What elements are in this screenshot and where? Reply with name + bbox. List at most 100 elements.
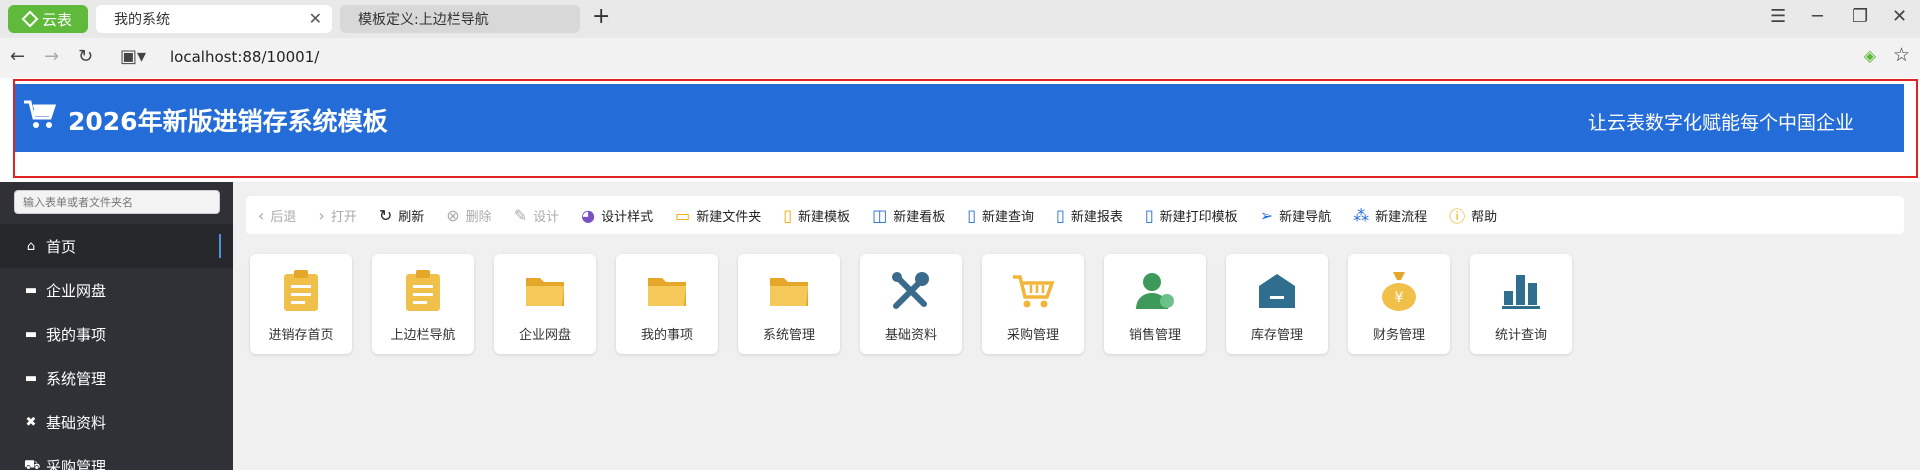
home-icon: ⌂: [26, 238, 36, 254]
app-badge[interactable]: 云表: [8, 5, 88, 33]
app-card-basic-data[interactable]: 基础资料: [860, 254, 962, 354]
app-card-my-tasks[interactable]: 我的事项: [616, 254, 718, 354]
navigation-icon: ➢: [1259, 205, 1274, 225]
new-print-template-button[interactable]: ▯ 新建打印模板: [1145, 206, 1238, 225]
clipboard-icon: [404, 268, 442, 314]
user-icon: [1134, 268, 1176, 314]
new-query-button[interactable]: ▯ 新建查询: [967, 206, 1034, 225]
folder-plus-icon: ▭: [675, 205, 691, 225]
sidebar-menu: ⌂ 首页 ▬ 企业网盘 ▬ 我的事项 ▬ 系统管理 ✖ 基础资料 ⛟ 采购管理: [0, 224, 233, 470]
close-icon[interactable]: ✕: [309, 9, 322, 28]
window-close-icon[interactable]: ✕: [1892, 6, 1907, 27]
new-flow-button[interactable]: ⁂ 新建流程: [1353, 206, 1427, 225]
sidebar-item-home[interactable]: ⌂ 首页: [0, 224, 233, 268]
back-arrow-icon[interactable]: ←: [10, 46, 25, 67]
banner-slogan: 让云表数字化赋能每个中国企业: [1587, 112, 1854, 134]
restore-icon[interactable]: ❐: [1852, 6, 1868, 27]
app-card-label: 系统管理: [762, 328, 815, 343]
sidebar-item-enterprise-disk[interactable]: ▬ 企业网盘: [0, 268, 233, 312]
warehouse-icon: [1257, 268, 1297, 314]
open-button[interactable]: › 打开: [318, 206, 356, 225]
sidebar-item-purchase-management[interactable]: ⛟ 采购管理: [0, 444, 233, 470]
app-badge-label: 云表: [41, 10, 72, 29]
back-button[interactable]: ‹ 后退: [258, 206, 296, 225]
bar-chart-icon: [1500, 268, 1542, 314]
refresh-label: 刷新: [398, 209, 425, 225]
folder-icon: [646, 268, 688, 314]
report-icon: ▯: [1056, 205, 1065, 225]
print-template-icon: ▯: [1144, 205, 1154, 225]
cart-icon: [22, 96, 58, 132]
tab-label: 模板定义:上边栏导航: [358, 12, 489, 28]
minimize-icon[interactable]: ─: [1812, 6, 1823, 27]
bookmark-star-icon[interactable]: ☆: [1893, 44, 1910, 66]
new-flow-label: 新建流程: [1375, 209, 1428, 225]
help-label: 帮助: [1471, 209, 1498, 225]
app-card-finance-management[interactable]: ¥ 财务管理: [1348, 254, 1450, 354]
query-icon: ▯: [967, 205, 977, 225]
svg-text:¥: ¥: [1395, 290, 1404, 306]
sidebar-item-label: 基础资料: [46, 413, 107, 432]
search-input[interactable]: [14, 190, 220, 214]
header-banner: 2026年新版进销存系统模板 让云表数字化赋能每个中国企业: [14, 84, 1904, 152]
sidebar-item-system-management[interactable]: ▬ 系统管理: [0, 356, 233, 400]
edit-icon: ✎: [513, 205, 528, 225]
tools-icon: ✖: [25, 414, 37, 430]
app-card-label: 企业网盘: [518, 328, 571, 343]
sidebar-item-label: 采购管理: [46, 457, 107, 470]
refresh-button[interactable]: ↻ 刷新: [379, 206, 424, 225]
url-text[interactable]: localhost:88/10001/: [170, 48, 319, 66]
new-folder-label: 新建文件夹: [696, 209, 762, 225]
app-card-system-management[interactable]: 系统管理: [738, 254, 840, 354]
reload-icon[interactable]: ↻: [78, 46, 93, 67]
new-report-label: 新建报表: [1070, 209, 1123, 225]
menu-icon[interactable]: ☰: [1770, 6, 1786, 27]
extension-icon[interactable]: ◈: [1864, 46, 1876, 65]
app-card-label: 进销存首页: [268, 328, 334, 343]
new-nav-button[interactable]: ➢ 新建导航: [1260, 206, 1331, 225]
new-template-button[interactable]: ▯ 新建模板: [783, 206, 850, 225]
cart-icon: [1011, 268, 1055, 314]
design-label: 设计: [533, 209, 560, 225]
back-label: 后退: [270, 209, 297, 225]
app-grid: 进销存首页 上边栏导航 企业网盘 我的事项 系统管理 基础资料 采购管理 销售管…: [250, 254, 1572, 354]
apps-grid-icon[interactable]: ▣▾: [120, 46, 146, 67]
app-card-inventory-management[interactable]: 库存管理: [1226, 254, 1328, 354]
sidebar-item-label: 企业网盘: [46, 281, 107, 300]
app-card-jxc-home[interactable]: 进销存首页: [250, 254, 352, 354]
app-card-purchase-management[interactable]: 采购管理: [982, 254, 1084, 354]
sidebar-item-basic-data[interactable]: ✖ 基础资料: [0, 400, 233, 444]
folder-icon: ▬: [24, 282, 38, 298]
design-button[interactable]: ✎ 设计: [514, 206, 559, 225]
sidebar-item-label: 系统管理: [46, 369, 107, 388]
help-button[interactable]: ⓘ 帮助: [1449, 203, 1497, 227]
folder-icon: [768, 268, 810, 314]
app-card-top-nav[interactable]: 上边栏导航: [372, 254, 474, 354]
app-card-label: 基础资料: [884, 328, 937, 343]
new-dashboard-button[interactable]: ◫ 新建看板: [872, 206, 945, 225]
sidebar-item-my-tasks[interactable]: ▬ 我的事项: [0, 312, 233, 356]
sidebar: ⌂ 首页 ▬ 企业网盘 ▬ 我的事项 ▬ 系统管理 ✖ 基础资料 ⛟ 采购管理: [0, 182, 233, 470]
app-card-label: 库存管理: [1250, 328, 1303, 343]
sidebar-item-label: 我的事项: [46, 325, 107, 344]
design-style-label: 设计样式: [601, 209, 654, 225]
forward-arrow-icon[interactable]: →: [44, 46, 59, 67]
app-card-statistics-query[interactable]: 统计查询: [1470, 254, 1572, 354]
refresh-icon: ↻: [378, 205, 393, 225]
new-folder-button[interactable]: ▭ 新建文件夹: [675, 206, 761, 225]
delete-button[interactable]: ⊗ 删除: [446, 206, 491, 225]
diamond-icon: [21, 10, 39, 28]
sidebar-item-label: 首页: [46, 237, 77, 256]
new-nav-label: 新建导航: [1279, 209, 1332, 225]
app-card-sales-management[interactable]: 销售管理: [1104, 254, 1206, 354]
folder-icon: ▬: [24, 370, 38, 386]
tab-my-system[interactable]: 我的系统 ✕: [96, 5, 332, 33]
new-report-button[interactable]: ▯ 新建报表: [1056, 206, 1123, 225]
new-tab-icon[interactable]: +: [592, 4, 610, 29]
address-bar: ← → ↻ ▣▾ localhost:88/10001/ ◈ ☆: [0, 38, 1920, 78]
app-card-label: 采购管理: [1006, 328, 1059, 343]
chevron-right-icon: ›: [318, 205, 325, 225]
tab-template-definition[interactable]: 模板定义:上边栏导航: [340, 5, 580, 33]
app-card-enterprise-disk[interactable]: 企业网盘: [494, 254, 596, 354]
design-style-button[interactable]: ◕ 设计样式: [581, 206, 653, 225]
